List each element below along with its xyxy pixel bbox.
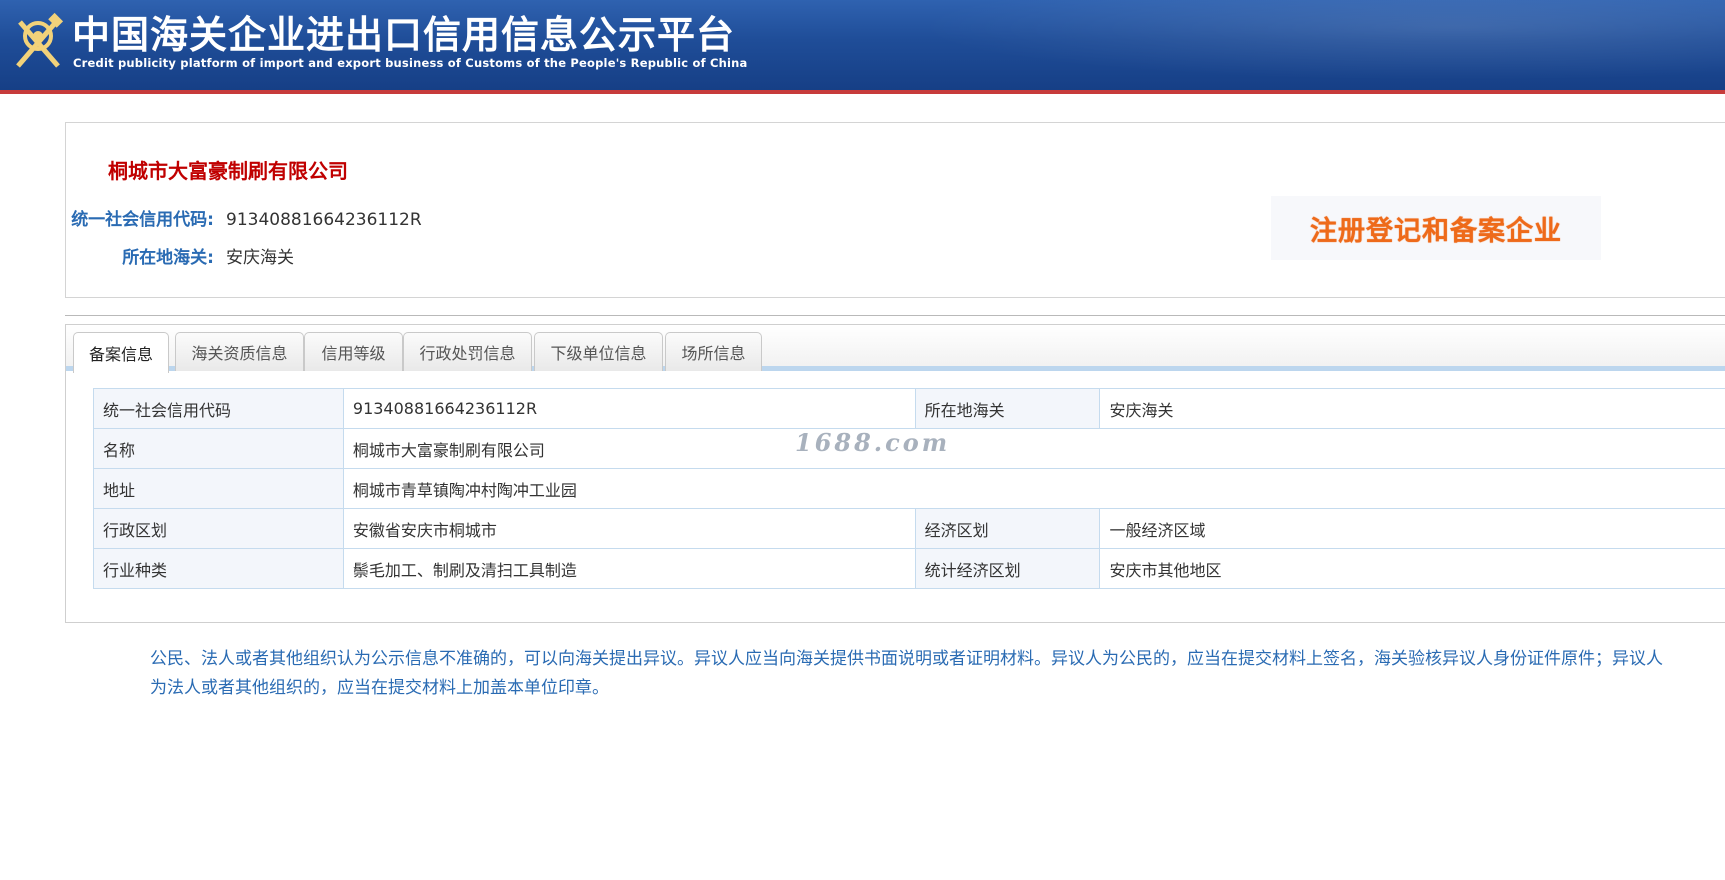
filing-info-table: 统一社会信用代码 91340881664236112R 所在地海关 安庆海关 名… bbox=[93, 388, 1725, 589]
name-cell-value: 桐城市大富豪制刷有限公司 bbox=[342, 428, 1725, 469]
economic-zone-cell-value: 一般经济区域 bbox=[1099, 508, 1725, 549]
watermark: 1688.com bbox=[795, 428, 951, 457]
site-title: 中国海关企业进出口信用信息公示平台 bbox=[72, 13, 736, 57]
customs-row: 所在地海关: 安庆海关 bbox=[66, 243, 294, 268]
name-cell-label: 名称 bbox=[93, 428, 344, 469]
status-badge: 注册登记和备案企业 bbox=[1271, 196, 1601, 260]
table-row: 统一社会信用代码 91340881664236112R 所在地海关 安庆海关 bbox=[93, 388, 1725, 429]
address-cell-value: 桐城市青草镇陶冲村陶冲工业园 bbox=[342, 468, 1725, 509]
tab-customs-qualification[interactable]: 海关资质信息 bbox=[175, 332, 304, 371]
objection-notice: 公民、法人或者其他组织认为公示信息不准确的，可以向海关提出异议。异议人应当向海关… bbox=[150, 649, 1663, 698]
credit-code-cell-label: 统一社会信用代码 bbox=[93, 388, 344, 429]
tab-subordinate-units[interactable]: 下级单位信息 bbox=[534, 332, 663, 371]
table-row: 行政区划 安徽省安庆市桐城市 经济区划 一般经济区域 bbox=[93, 508, 1725, 549]
table-row: 行业种类 鬃毛加工、制刷及清扫工具制造 统计经济区划 安庆市其他地区 bbox=[93, 548, 1725, 589]
customs-label: 所在地海关: bbox=[122, 248, 214, 268]
site-header: 中国海关企业进出口信用信息公示平台 Credit publicity platf… bbox=[0, 0, 1725, 94]
stat-zone-cell-value: 安庆市其他地区 bbox=[1099, 548, 1725, 589]
credit-code-cell-value: 91340881664236112R bbox=[342, 388, 916, 429]
section-divider bbox=[65, 315, 1725, 316]
tab-site-info[interactable]: 场所信息 bbox=[665, 332, 762, 371]
table-row: 地址 桐城市青草镇陶冲村陶冲工业园 bbox=[93, 468, 1725, 509]
tab-filing-info[interactable]: 备案信息 bbox=[73, 332, 169, 373]
tab-credit-rating[interactable]: 信用等级 bbox=[304, 332, 403, 371]
customs-value: 安庆海关 bbox=[226, 248, 294, 268]
credit-code-row: 统一社会信用代码: 91340881664236112R bbox=[66, 205, 422, 230]
tab-bar: 备案信息 海关资质信息 信用等级 行政处罚信息 下级单位信息 场所信息 bbox=[66, 325, 1725, 373]
credit-code-value: 91340881664236112R bbox=[226, 210, 422, 230]
credit-code-label: 统一社会信用代码: bbox=[71, 210, 214, 230]
admin-region-cell-label: 行政区划 bbox=[93, 508, 344, 549]
stat-zone-cell-label: 统计经济区划 bbox=[914, 548, 1101, 589]
admin-region-cell-value: 安徽省安庆市桐城市 bbox=[342, 508, 916, 549]
company-name: 桐城市大富豪制刷有限公司 bbox=[108, 159, 348, 183]
tab-administrative-penalty[interactable]: 行政处罚信息 bbox=[403, 332, 532, 371]
customs-emblem-icon[interactable] bbox=[10, 12, 66, 72]
industry-cell-value: 鬃毛加工、制刷及清扫工具制造 bbox=[342, 548, 916, 589]
economic-zone-cell-label: 经济区划 bbox=[914, 508, 1101, 549]
site-subtitle: Credit publicity platform of import and … bbox=[73, 56, 748, 70]
customs-cell-label: 所在地海关 bbox=[914, 388, 1101, 429]
detail-tab-panel: 备案信息 海关资质信息 信用等级 行政处罚信息 下级单位信息 场所信息 统一社会… bbox=[65, 324, 1725, 623]
company-summary-card: 桐城市大富豪制刷有限公司 统一社会信用代码: 91340881664236112R… bbox=[65, 122, 1725, 298]
customs-cell-value: 安庆海关 bbox=[1099, 388, 1725, 429]
industry-cell-label: 行业种类 bbox=[93, 548, 344, 589]
address-cell-label: 地址 bbox=[93, 468, 344, 509]
